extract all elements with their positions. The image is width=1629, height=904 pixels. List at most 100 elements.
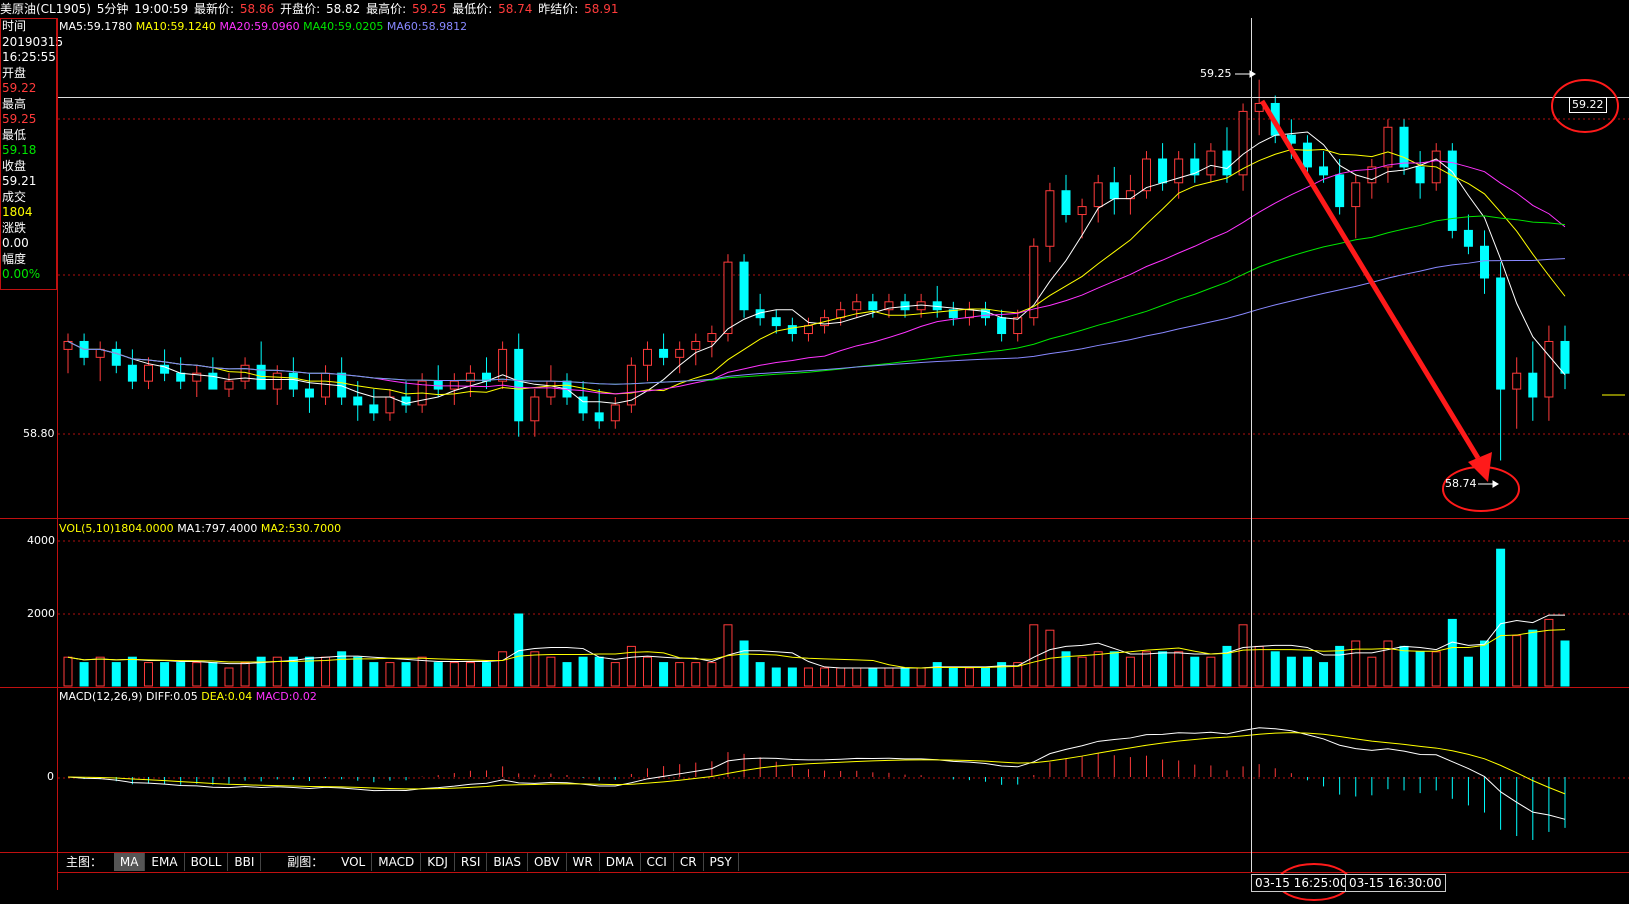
candle-body (868, 301, 878, 311)
macd-name-legend: MACD(12,26,9) (59, 690, 143, 703)
indicator-button-bbi[interactable]: BBI (228, 853, 262, 871)
vol-ma1-legend: MA1:797.4000 (177, 522, 258, 535)
candle-body (1351, 182, 1361, 208)
candle-body (1399, 126, 1409, 168)
candle-body (127, 364, 137, 382)
volume-bar (771, 667, 781, 687)
volume-bar (1383, 640, 1393, 687)
volume-bar (369, 662, 379, 687)
indicator-toolbar: 主图： MA EMA BOLL BBI 副图： VOL MACD KDJ RSI BIAS OB… (58, 853, 739, 871)
candle-body (1560, 340, 1570, 374)
volume-bar (192, 662, 202, 687)
ma60-line (67, 258, 1566, 385)
volume-bar (1190, 656, 1200, 687)
candle-body (1061, 190, 1071, 216)
volume-bar (852, 667, 862, 687)
candle-body (900, 301, 910, 311)
volume-bar (659, 662, 669, 687)
candle-body (143, 364, 153, 382)
macd-axis-zero: 0 (47, 770, 54, 783)
indicator-button-boll[interactable]: BOLL (185, 853, 229, 871)
macd-diff-legend: DIFF:0.05 (146, 690, 198, 703)
macd-value-legend: MACD:0.02 (255, 690, 317, 703)
volume-bar (127, 656, 137, 687)
chart-canvas[interactable] (0, 0, 1629, 904)
indicator-button-vol[interactable]: VOL (335, 853, 373, 871)
ma60-legend: MA60:58.9812 (386, 20, 468, 33)
ma5-line (67, 131, 1566, 404)
indicator-button-obv[interactable]: OBV (528, 853, 567, 871)
candle-body (369, 404, 379, 414)
ma5-legend: MA5:59.1780 (59, 20, 133, 33)
volume-bar (820, 667, 830, 687)
volume-bar (240, 662, 250, 687)
indicator-button-ma[interactable]: MA (113, 853, 146, 871)
volume-bar (385, 662, 395, 687)
volume-bar (1399, 645, 1409, 687)
indicator-button-cci[interactable]: CCI (641, 853, 674, 871)
volume-bar (981, 667, 991, 687)
candle-body (594, 412, 604, 422)
candle-body (771, 317, 781, 327)
volume-bar (1367, 656, 1377, 687)
macd-diff-line (67, 727, 1566, 820)
indicator-button-rsi[interactable]: RSI (455, 853, 488, 871)
candle-body (642, 348, 652, 366)
candle-body (288, 372, 298, 390)
volume-bar (79, 662, 89, 687)
ma10-legend: MA10:59.1240 (135, 20, 216, 33)
indicator-button-wr[interactable]: WR (567, 853, 600, 871)
candle-body (337, 372, 347, 398)
volume-bar (530, 651, 540, 687)
ma-legend: MA5:59.1780 MA10:59.1240 MA20:59.0960 MA… (59, 20, 467, 33)
volume-bar (1319, 662, 1329, 687)
price-axis-label: 58.80 (23, 427, 55, 440)
vol-axis-4000: 4000 (27, 534, 55, 547)
candle-body (739, 261, 749, 311)
candle-body (385, 396, 395, 414)
indicator-button-kdj[interactable]: KDJ (421, 853, 455, 871)
candle-body (1463, 229, 1473, 247)
candle-body (787, 325, 797, 335)
volume-bar (884, 667, 894, 687)
indicator-button-cr[interactable]: CR (674, 853, 704, 871)
indicator-button-bias[interactable]: BIAS (487, 853, 528, 871)
indicator-button-ema[interactable]: EMA (145, 853, 185, 871)
ma40-legend: MA40:59.0205 (303, 20, 384, 33)
indicator-button-psy[interactable]: PSY (704, 853, 739, 871)
indicator-button-dma[interactable]: DMA (600, 853, 641, 871)
candle-body (208, 372, 218, 390)
volume-bar (1302, 656, 1312, 687)
volume-bar (739, 640, 749, 687)
candle-body (176, 372, 186, 382)
candle-body (691, 340, 701, 350)
vol-legend: VOL(5,10)1804.0000 MA1:797.4000 MA2:530.… (59, 522, 341, 535)
volume-bar (1174, 651, 1184, 687)
volume-bar (1463, 656, 1473, 687)
candle-body (1125, 190, 1135, 200)
volume-bar (1544, 618, 1554, 687)
candle-body (1190, 158, 1200, 176)
candle-body (1109, 182, 1119, 200)
volume-bar (1077, 656, 1087, 687)
candle-body (1093, 182, 1103, 208)
indicator-button-macd[interactable]: MACD (372, 853, 422, 871)
volume-bar (417, 656, 427, 687)
candle-body (224, 380, 234, 390)
volume-bar (433, 662, 443, 687)
volume-bar (1125, 656, 1135, 687)
candle-body (675, 348, 685, 358)
macd-legend: MACD(12,26,9) DIFF:0.05 DEA:0.04 MACD:0.… (59, 690, 317, 703)
ma40-line (67, 215, 1566, 385)
volume-bar (449, 662, 459, 687)
volume-bar (1415, 651, 1425, 687)
volume-bar (868, 667, 878, 687)
candle-body (353, 396, 363, 406)
volume-bar (755, 662, 765, 687)
candle-body (433, 380, 443, 390)
candle-body (932, 301, 942, 311)
volume-bar (1141, 651, 1151, 687)
volume-bar (787, 667, 797, 687)
volume-bar (803, 667, 813, 687)
candle-body (530, 396, 540, 422)
